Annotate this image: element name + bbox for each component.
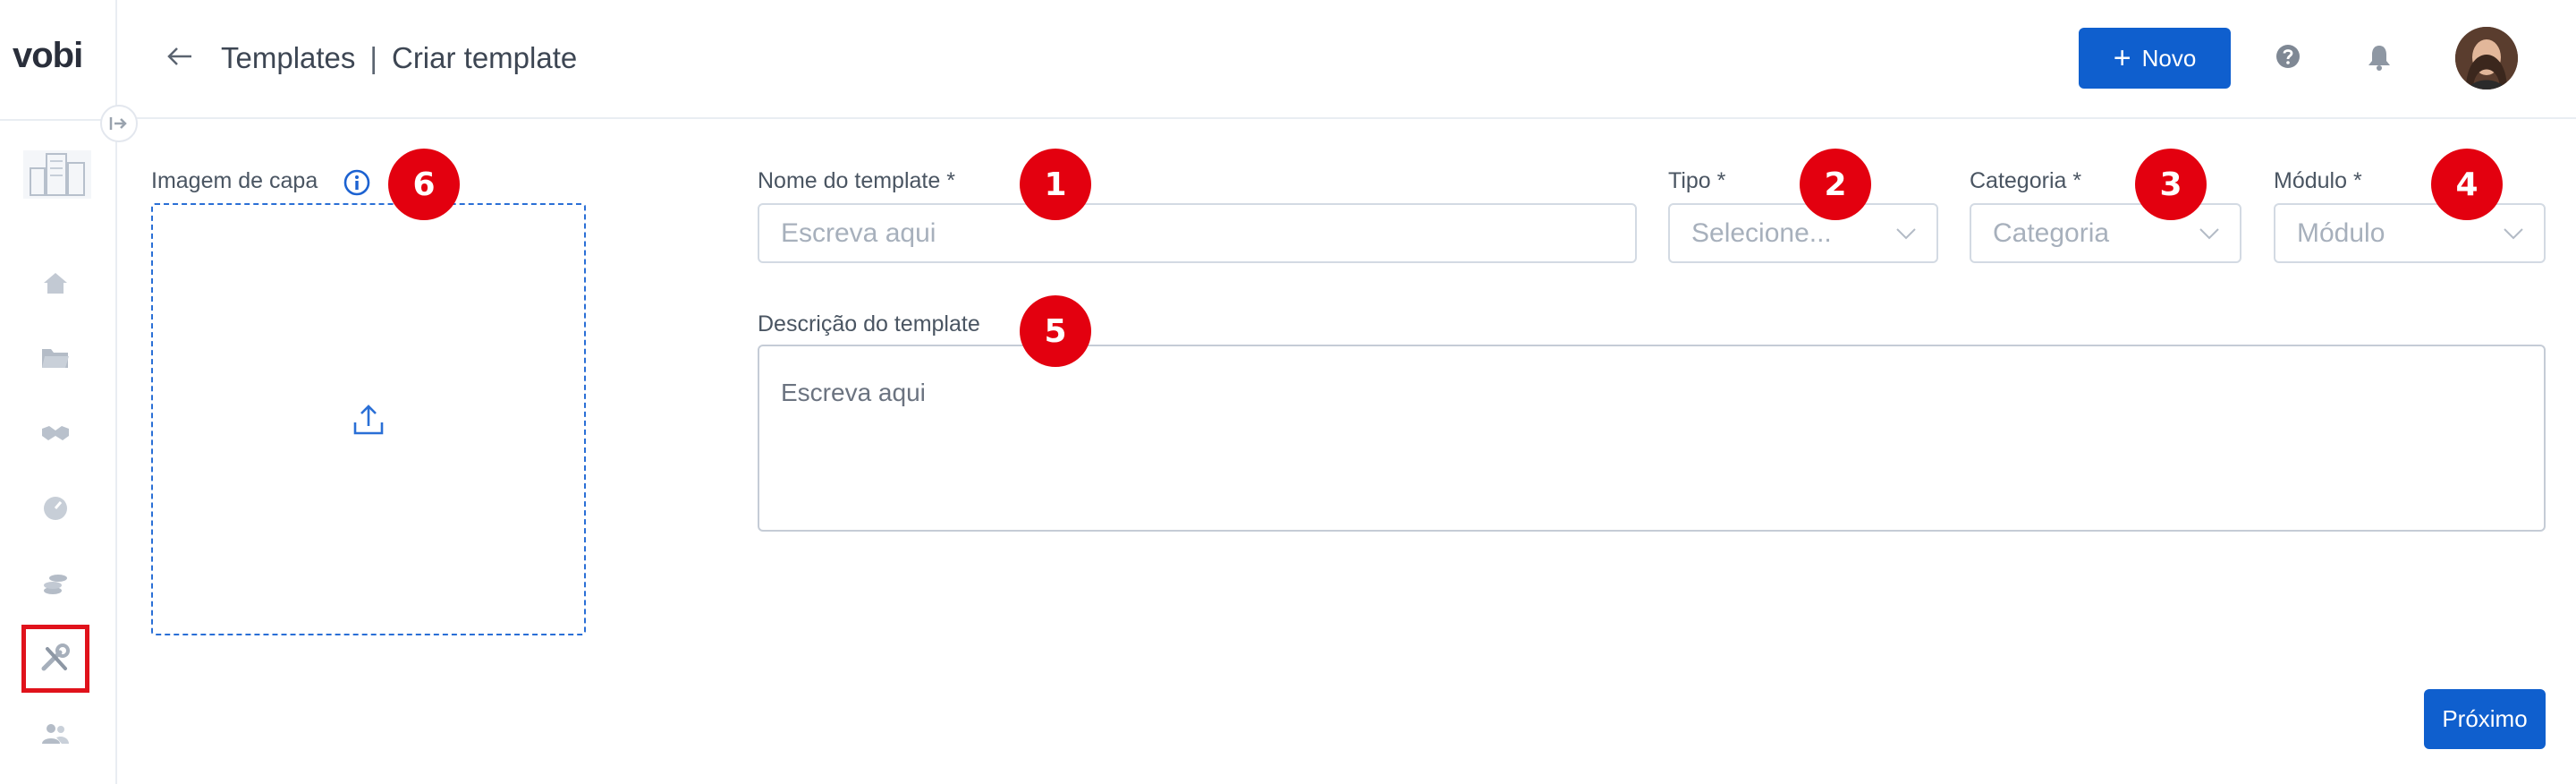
sidebar-item-projects[interactable] xyxy=(21,324,89,392)
sidebar-item-home[interactable] xyxy=(21,249,89,317)
annotation-badge: 3 xyxy=(2135,149,2207,220)
chevron-down-icon xyxy=(2504,227,2523,239)
annotation-badge: 2 xyxy=(1800,149,1871,220)
new-button[interactable]: + Novo xyxy=(2079,28,2231,89)
cover-image-upload[interactable] xyxy=(151,203,586,635)
annotation-badge: 4 xyxy=(2431,149,2503,220)
arrow-right-icon xyxy=(109,117,127,130)
description-placeholder: Escreva aqui xyxy=(781,379,926,406)
type-placeholder: Selecione... xyxy=(1691,217,1832,248)
coins-icon xyxy=(44,575,67,594)
template-name-input[interactable]: Escreva aqui xyxy=(758,203,1637,263)
bell-icon[interactable] xyxy=(2366,43,2393,72)
sidebar-item-finance[interactable] xyxy=(21,550,89,618)
chevron-down-icon xyxy=(2199,227,2219,239)
next-button[interactable]: Próximo xyxy=(2424,689,2546,749)
user-avatar[interactable] xyxy=(2455,27,2518,89)
new-button-label: Novo xyxy=(2141,44,2197,72)
category-select[interactable]: Categoria xyxy=(1970,203,2241,263)
users-icon xyxy=(42,724,69,744)
handshake-icon xyxy=(42,426,69,440)
breadcrumb-parent[interactable]: Templates xyxy=(221,41,355,75)
breadcrumb-separator: | xyxy=(369,41,377,74)
template-name-placeholder: Escreva aqui xyxy=(781,217,936,248)
sidebar-item-tools[interactable] xyxy=(21,625,89,693)
type-select[interactable]: Selecione... xyxy=(1668,203,1938,263)
category-label: Categoria * xyxy=(1970,168,2082,193)
info-icon[interactable] xyxy=(343,168,371,197)
upload-icon xyxy=(353,404,384,434)
company-logo[interactable] xyxy=(20,139,95,203)
back-button[interactable] xyxy=(164,40,196,72)
arrow-left-icon xyxy=(167,47,191,65)
plus-icon: + xyxy=(2113,41,2131,75)
breadcrumb-current: Criar template xyxy=(391,41,578,74)
annotation-badge: 6 xyxy=(388,149,460,220)
help-icon[interactable] xyxy=(2275,43,2301,70)
sidebar-item-reports[interactable] xyxy=(21,474,89,542)
category-placeholder: Categoria xyxy=(1993,217,2110,248)
description-label: Descrição do template xyxy=(758,311,980,337)
chevron-down-icon xyxy=(1896,227,1916,239)
cover-image-label: Imagem de capa xyxy=(151,168,318,193)
folder-icon xyxy=(42,349,69,368)
sidebar: vobi xyxy=(0,0,117,784)
module-label: Módulo * xyxy=(2274,168,2362,193)
annotation-badge: 1 xyxy=(1020,149,1091,220)
gauge-icon xyxy=(44,497,67,520)
vobi-logo[interactable]: vobi xyxy=(13,36,83,76)
module-placeholder: Módulo xyxy=(2297,217,2385,248)
description-textarea[interactable]: Escreva aqui xyxy=(758,345,2546,532)
tools-icon xyxy=(41,643,70,671)
sidebar-item-users[interactable] xyxy=(21,700,89,768)
sidebar-collapse-button[interactable] xyxy=(100,105,138,142)
breadcrumb: Templates | Criar template xyxy=(221,41,577,75)
annotation-badge: 5 xyxy=(1020,295,1091,367)
template-name-label: Nome do template * xyxy=(758,168,955,193)
type-label: Tipo * xyxy=(1668,168,1726,193)
top-header: Templates | Criar template + Novo xyxy=(119,0,2576,119)
sidebar-item-suppliers[interactable] xyxy=(21,399,89,467)
home-icon xyxy=(44,273,67,294)
module-select[interactable]: Módulo xyxy=(2274,203,2546,263)
